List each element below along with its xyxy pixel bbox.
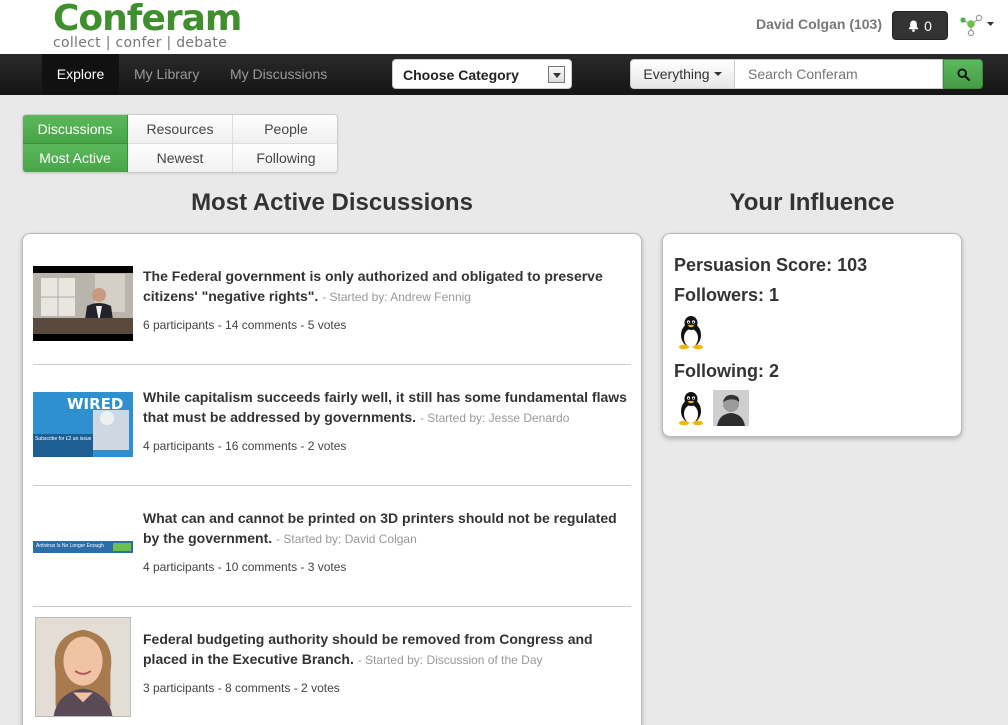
discussion-title[interactable]: Federal budgeting authority should be re… [143, 629, 631, 670]
video-thumbnail[interactable] [33, 266, 133, 341]
tab-resources[interactable]: Resources [128, 115, 233, 144]
discussion-item[interactable]: The Federal government is only authorize… [33, 266, 631, 387]
tab-people[interactable]: People [233, 115, 337, 144]
discussion-starter: - Started by: Discussion of the Day [357, 653, 543, 667]
search-button[interactable] [943, 59, 983, 89]
followers-count[interactable]: Followers: 1 [674, 285, 779, 306]
discussion-starter: - Started by: Jesse Denardo [419, 411, 570, 425]
logo-tagline: collect | confer | debate [53, 35, 228, 51]
user-name-link[interactable]: David Colgan (103) [756, 16, 882, 32]
influence-heading: Your Influence [729, 189, 895, 216]
discussion-title[interactable]: While capitalism succeeds fairly well, i… [143, 387, 631, 428]
wired-magazine-thumbnail[interactable]: WIRED Subscribe for £2 an issue [33, 392, 133, 457]
following-count[interactable]: Following: 2 [674, 361, 779, 382]
banner-thumbnail[interactable]: Antivirus Is No Longer Enough [33, 541, 133, 553]
divider [33, 485, 631, 486]
discussion-meta: 6 participants - 14 comments - 5 votes [143, 318, 347, 332]
tab-most-active[interactable]: Most Active [23, 144, 128, 172]
search-scope-label: Everything [643, 66, 710, 82]
influence-panel: Persuasion Score: 103 Followers: 1 Follo… [662, 233, 962, 437]
discussions-heading: Most Active Discussions [191, 189, 473, 216]
follower-avatar-penguin[interactable] [673, 314, 709, 350]
banner-badge [113, 543, 131, 551]
logo-title: Conferam [53, 0, 242, 39]
banner-text: Antivirus Is No Longer Enough [36, 543, 104, 549]
discussion-meta: 3 participants - 8 comments - 2 votes [143, 681, 340, 695]
notification-count: 0 [924, 17, 932, 34]
discussion-item[interactable]: Federal budgeting authority should be re… [33, 617, 631, 725]
category-select[interactable]: Choose Category [392, 59, 572, 89]
discussion-title[interactable]: The Federal government is only authorize… [143, 266, 631, 307]
filter-tabs: Discussions Resources People Most Active… [22, 114, 338, 173]
following-avatar-penguin[interactable] [673, 390, 709, 426]
logo[interactable]: Conferam collect | confer | debate [53, 0, 242, 51]
portrait-thumbnail[interactable] [35, 617, 131, 717]
divider [33, 364, 631, 365]
molecule-menu-icon[interactable] [958, 12, 996, 38]
search-icon [956, 67, 970, 81]
divider [33, 606, 631, 607]
discussion-item[interactable]: WIRED Subscribe for £2 an issue While ca… [33, 387, 631, 508]
discussion-starter: - Started by: David Colgan [276, 532, 417, 546]
nav-explore[interactable]: Explore [42, 54, 119, 95]
tab-following[interactable]: Following [233, 144, 337, 172]
magazine-caption: Subscribe for £2 an issue [35, 436, 91, 442]
persuasion-score: Persuasion Score: 103 [674, 255, 868, 275]
discussion-list: The Federal government is only authorize… [22, 233, 642, 725]
main-navbar: Explore My Library My Discussions Choose… [0, 54, 1008, 95]
following-avatar-person[interactable] [713, 390, 749, 426]
nav-my-library[interactable]: My Library [134, 54, 199, 95]
nav-my-discussions[interactable]: My Discussions [230, 54, 327, 95]
caret-down-icon [713, 72, 722, 76]
tab-newest[interactable]: Newest [128, 144, 233, 172]
magazine-title: WIRED [67, 395, 124, 413]
discussion-starter: - Started by: Andrew Fennig [322, 290, 471, 304]
discussion-item[interactable]: Antivirus Is No Longer Enough What can a… [33, 508, 631, 629]
notifications-button[interactable]: 0 [892, 11, 948, 40]
bell-icon [909, 20, 919, 32]
dropdown-arrow-icon [548, 66, 565, 83]
tab-discussions[interactable]: Discussions [23, 115, 128, 144]
top-header: Conferam collect | confer | debate David… [0, 0, 1008, 54]
discussion-title[interactable]: What can and cannot be printed on 3D pri… [143, 508, 631, 549]
discussion-meta: 4 participants - 10 comments - 3 votes [143, 560, 347, 574]
search-scope-dropdown[interactable]: Everything [630, 59, 735, 89]
discussion-meta: 4 participants - 16 comments - 2 votes [143, 439, 347, 453]
search-input[interactable] [735, 59, 943, 89]
category-select-label: Choose Category [403, 67, 519, 83]
